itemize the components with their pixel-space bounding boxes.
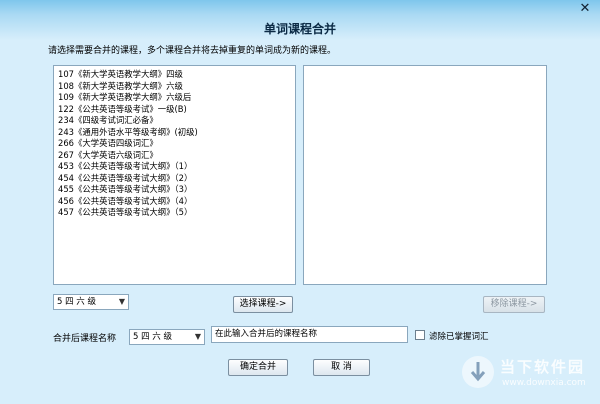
filter-known-words-label: 滤除已掌握词汇 bbox=[429, 332, 489, 342]
merged-level-select[interactable]: 5 四 六 级 ▼ bbox=[129, 329, 205, 345]
course-list-item[interactable]: 454《公共英语等级考试大纲》（2） bbox=[58, 173, 291, 185]
watermark: 当下软件园 www.downxia.com bbox=[460, 354, 600, 402]
course-list-item[interactable]: 456《公共英语等级考试大纲》（4） bbox=[58, 196, 291, 208]
chevron-down-icon: ▼ bbox=[194, 332, 201, 341]
course-list-item[interactable]: 453《公共英语等级考试大纲》（1） bbox=[58, 161, 291, 173]
watermark-title: 当下软件园 bbox=[500, 358, 586, 376]
course-list-item[interactable]: 109《新大学英语教学大纲》六级后 bbox=[58, 92, 291, 104]
instruction-text: 请选择需要合并的课程，多个课程合并将去掉重复的单词成为新的课程。 bbox=[48, 46, 337, 56]
confirm-merge-button[interactable]: 确定合并 bbox=[228, 359, 288, 376]
watermark-url: www.downxia.com bbox=[502, 378, 586, 388]
merged-level-value: 5 四 六 级 bbox=[133, 332, 173, 342]
remove-course-button[interactable]: 移除课程-> bbox=[483, 296, 545, 313]
course-list-item[interactable]: 234《四级考试词汇必备》 bbox=[58, 115, 291, 127]
course-list-item[interactable]: 107《新大学英语教学大纲》四级 bbox=[58, 69, 291, 81]
course-list-item[interactable]: 108《新大学英语教学大纲》六级 bbox=[58, 81, 291, 93]
filter-known-words-option[interactable]: 滤除已掌握词汇 bbox=[415, 330, 489, 342]
select-course-button[interactable]: 选择课程-> bbox=[233, 296, 293, 313]
chevron-down-icon: ▼ bbox=[118, 297, 125, 306]
course-list-item[interactable]: 266《大学英语四级词汇》 bbox=[58, 138, 291, 150]
selected-courses-list[interactable] bbox=[303, 65, 547, 285]
course-list-item[interactable]: 122《公共英语等级考试》一级(B) bbox=[58, 104, 291, 116]
filter-known-words-checkbox[interactable] bbox=[415, 330, 425, 340]
course-list-item[interactable]: 457《公共英语等级考试大纲》（5） bbox=[58, 207, 291, 219]
merged-course-name-label: 合并后课程名称 bbox=[53, 334, 117, 344]
close-button[interactable]: ✕ bbox=[573, 0, 597, 17]
level-filter-select[interactable]: 5 四 六 级 ▼ bbox=[53, 294, 129, 310]
level-filter-value: 5 四 六 级 bbox=[57, 297, 97, 307]
merge-dialog: 单词课程合并 ✕ 请选择需要合并的课程，多个课程合并将去掉重复的单词成为新的课程… bbox=[0, 0, 600, 404]
course-list-item[interactable]: 455《公共英语等级考试大纲》（3） bbox=[58, 184, 291, 196]
dialog-title: 单词课程合并 bbox=[263, 22, 336, 36]
course-list-item[interactable]: 243《通用外语水平等级考纲》(初级) bbox=[58, 127, 291, 139]
cancel-button[interactable]: 取 消 bbox=[313, 359, 370, 376]
available-courses-list[interactable]: 107《新大学英语教学大纲》四级 108《新大学英语教学大纲》六级 109《新大学英… bbox=[53, 65, 296, 285]
merged-course-name-input[interactable]: 在此输入合并后的课程名称 bbox=[211, 326, 408, 343]
downxia-logo-icon bbox=[462, 356, 494, 388]
course-list-item[interactable]: 267《大学英语六级词汇》 bbox=[58, 150, 291, 162]
